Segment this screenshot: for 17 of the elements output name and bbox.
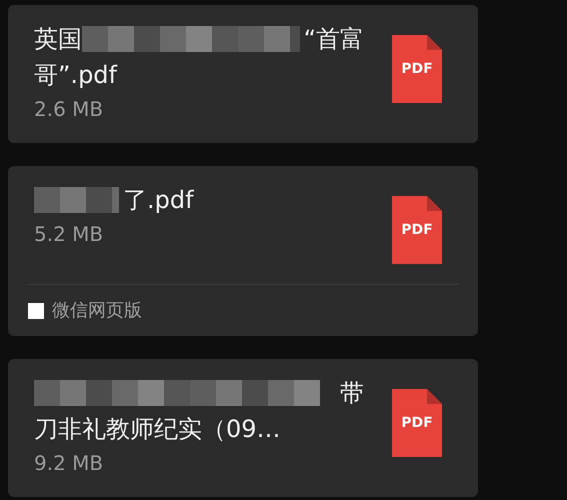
file-size: 5.2 MB (34, 221, 104, 248)
pdf-file-icon: PDF (392, 35, 442, 103)
file-name: 英国 (34, 24, 82, 55)
file-message-card[interactable]: 英国 “首富 哥”.pdf 2.6 MB PDF (8, 5, 478, 143)
file-name: 带 (340, 378, 364, 409)
file-message-card[interactable]: 了.pdf 5.2 MB PDF 微信网页版 (8, 166, 478, 336)
square-icon (28, 302, 44, 318)
source-app-label: 微信网页版 (52, 299, 142, 323)
file-name: “首富 (304, 24, 364, 55)
file-size: 2.6 MB (34, 96, 104, 123)
file-name: 了.pdf (123, 185, 194, 216)
pdf-file-icon: PDF (392, 389, 442, 457)
file-name: 刀非礼教师纪实（09… (34, 414, 281, 445)
file-message-card[interactable]: 带 刀非礼教师纪实（09… 9.2 MB PDF (8, 359, 478, 497)
file-size: 9.2 MB (34, 450, 104, 477)
file-name: 哥”.pdf (34, 60, 117, 91)
pdf-file-icon: PDF (392, 196, 442, 264)
